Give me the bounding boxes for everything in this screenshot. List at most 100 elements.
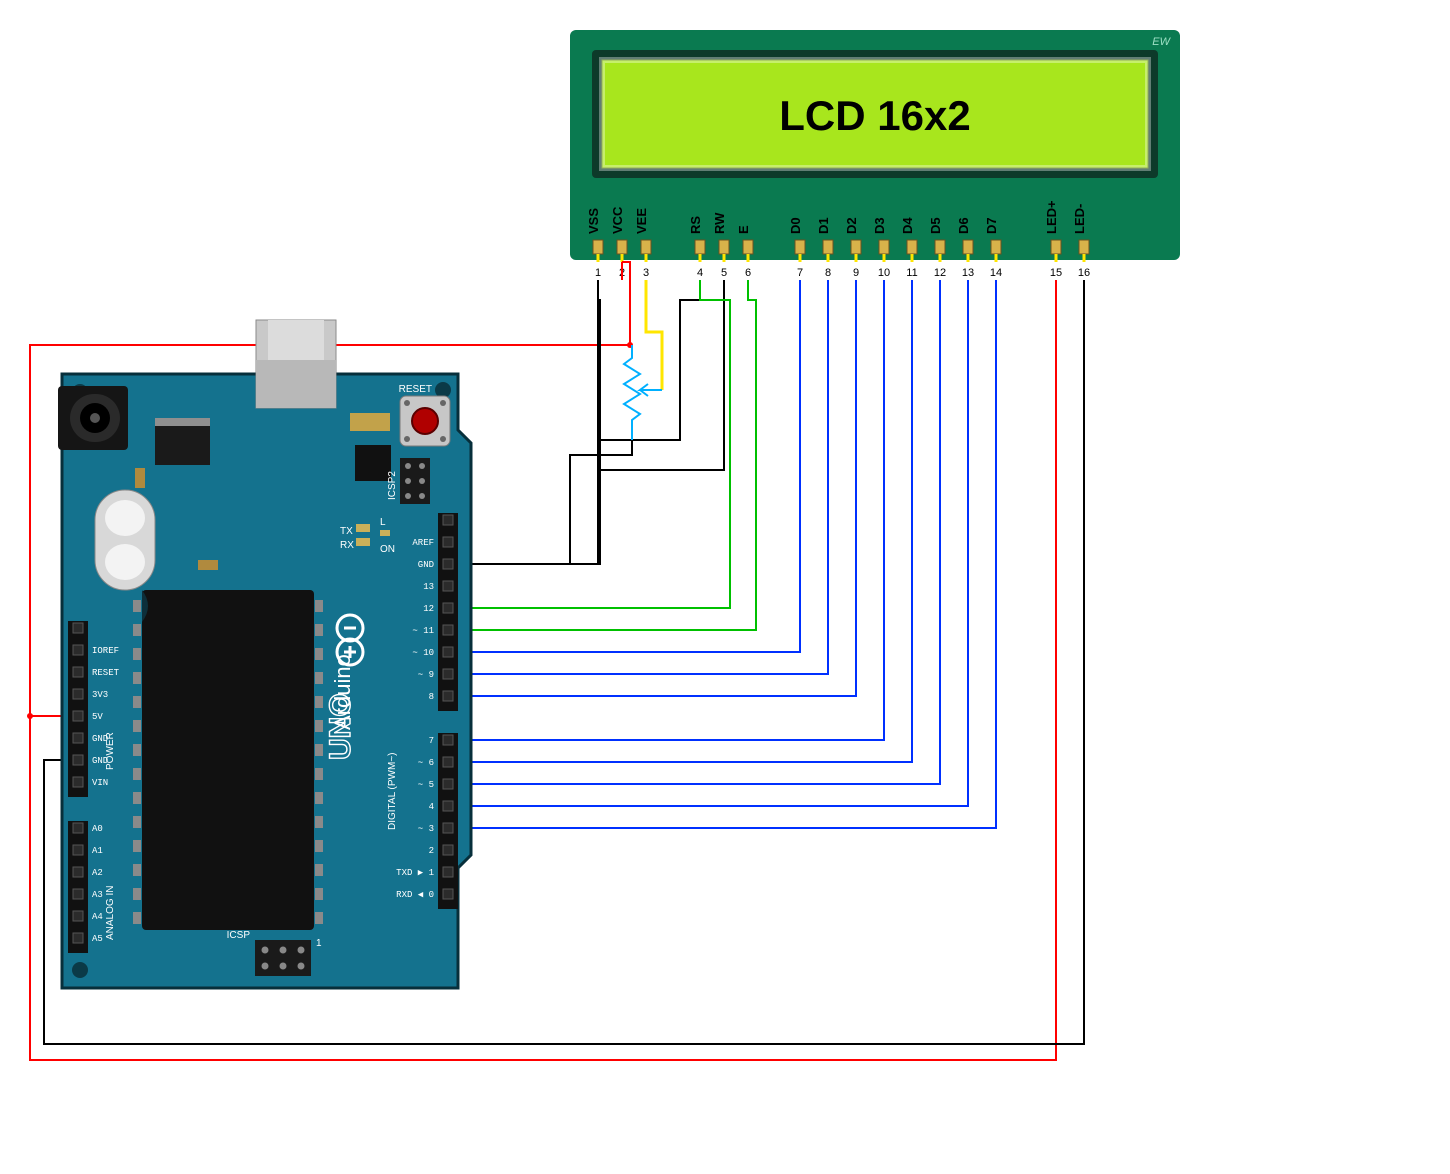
analog-group-label: ANALOG IN xyxy=(105,886,116,940)
lcd-pin-label: RS xyxy=(688,216,703,234)
lcd-pin-num: 8 xyxy=(825,267,831,279)
header-pin[interactable] xyxy=(73,623,83,633)
header-pin[interactable] xyxy=(443,559,453,569)
header-pin-label: A3 xyxy=(92,890,103,900)
lcd-pin-label: RW xyxy=(712,212,727,234)
header-pin[interactable] xyxy=(73,823,83,833)
lcd-display-text: LCD 16x2 xyxy=(779,92,970,139)
wire-d4-lcd6 xyxy=(448,280,968,806)
potentiometer xyxy=(624,345,662,440)
header-pin[interactable] xyxy=(443,867,453,877)
header-pin-label: 2 xyxy=(429,846,434,856)
header-pin[interactable] xyxy=(73,711,83,721)
lcd-pin-label: LED- xyxy=(1072,204,1087,234)
header-pin[interactable] xyxy=(443,735,453,745)
lcd-pin-num: 9 xyxy=(853,267,859,279)
atmega-chip xyxy=(142,590,314,930)
lcd-pin-d4 xyxy=(907,240,917,254)
header-pin[interactable] xyxy=(73,733,83,743)
lcd-pin-vcc xyxy=(617,240,627,254)
usb-mcu xyxy=(355,445,391,481)
header-pin-label: 8 xyxy=(429,692,434,702)
header-pin[interactable] xyxy=(73,689,83,699)
header-pin[interactable] xyxy=(443,779,453,789)
wire-gnd-rw xyxy=(600,280,724,564)
header-pin[interactable] xyxy=(73,933,83,943)
header-pin-label: 4 xyxy=(429,802,434,812)
header-pin[interactable] xyxy=(443,845,453,855)
header-pin-label: A5 xyxy=(92,934,103,944)
wire-d10-lcd0 xyxy=(448,280,800,652)
header-pin-label: RXD ◀ 0 xyxy=(396,890,434,900)
l-led-label: L xyxy=(380,517,386,528)
header-pin-label: 3V3 xyxy=(92,690,108,700)
wire-d3-lcd7 xyxy=(448,280,996,828)
lcd-pin-num: 16 xyxy=(1078,267,1090,279)
arduino-board: RESET ICSP 2 xyxy=(58,320,471,988)
header-pin-label: ~ 3 xyxy=(418,824,434,834)
header-pin[interactable] xyxy=(73,777,83,787)
header-pin[interactable] xyxy=(73,755,83,765)
lcd-pin-label: D0 xyxy=(788,217,803,234)
header-pin[interactable] xyxy=(443,691,453,701)
rx-label: RX xyxy=(340,540,354,551)
header-pin[interactable] xyxy=(73,845,83,855)
lcd-pin-num: 7 xyxy=(797,267,803,279)
lcd-pin-num: 5 xyxy=(721,267,727,279)
wire-gnd-extra xyxy=(570,280,598,564)
icsp-label: ICSP xyxy=(227,930,251,941)
wire-d9-lcd1 xyxy=(448,280,828,674)
dc-jack xyxy=(58,386,128,450)
header-pin-label: 13 xyxy=(423,582,434,592)
header-pin[interactable] xyxy=(443,889,453,899)
reset-button[interactable] xyxy=(400,396,450,446)
header-pin[interactable] xyxy=(443,537,453,547)
lcd-pin-label: D2 xyxy=(844,217,859,234)
reset-label: RESET xyxy=(399,384,432,395)
power-group-label: POWER xyxy=(105,732,116,770)
header-pin-label: VIN xyxy=(92,778,108,788)
icsp2-header xyxy=(400,458,430,504)
header-pin-label: 5V xyxy=(92,712,103,722)
header-pin[interactable] xyxy=(73,867,83,877)
header-pin[interactable] xyxy=(443,581,453,591)
lcd-pin-rw xyxy=(719,240,729,254)
header-pin[interactable] xyxy=(443,823,453,833)
on-led-label: ON xyxy=(380,544,395,555)
header-pin[interactable] xyxy=(443,625,453,635)
pot-wiper-arrow xyxy=(640,384,662,396)
lcd-pin-e xyxy=(743,240,753,254)
header-pin[interactable] xyxy=(73,645,83,655)
lcd-pin-label: D5 xyxy=(928,217,943,234)
lcd-pin-label: LED+ xyxy=(1044,200,1059,234)
header-pin[interactable] xyxy=(443,669,453,679)
usb-jack xyxy=(256,320,336,408)
header-pin[interactable] xyxy=(443,603,453,613)
lcd-pin-label: D4 xyxy=(900,217,915,234)
header-pin-label: GND xyxy=(418,560,434,570)
lcd-pin-vee xyxy=(641,240,651,254)
crystal xyxy=(95,490,155,590)
lcd-pin-num: 3 xyxy=(643,267,649,279)
lcd-pin-label: D1 xyxy=(816,217,831,234)
lcd-pin-label: D7 xyxy=(984,217,999,234)
header-pin[interactable] xyxy=(73,889,83,899)
header-pin-label: IOREF xyxy=(92,646,119,656)
lcd-pin-num: 15 xyxy=(1050,267,1062,279)
header-pin-label: ~ 6 xyxy=(418,758,434,768)
header-pin[interactable] xyxy=(443,757,453,767)
lcd-pin-num: 11 xyxy=(906,267,917,279)
header-pin[interactable] xyxy=(443,801,453,811)
header-pin[interactable] xyxy=(73,667,83,677)
lcd-brand: EW xyxy=(1152,36,1171,48)
lcd-pin-d2 xyxy=(851,240,861,254)
header-pin[interactable] xyxy=(73,911,83,921)
lcd-pin-vss xyxy=(593,240,603,254)
lcd-pin-label: D3 xyxy=(872,217,887,234)
header-pin[interactable] xyxy=(443,515,453,525)
header-pin-label: 7 xyxy=(429,736,434,746)
header-pin-label: RESET xyxy=(92,668,120,678)
header-pin[interactable] xyxy=(443,647,453,657)
icsp-header xyxy=(255,940,311,976)
lcd-pin-num: 12 xyxy=(934,267,946,279)
